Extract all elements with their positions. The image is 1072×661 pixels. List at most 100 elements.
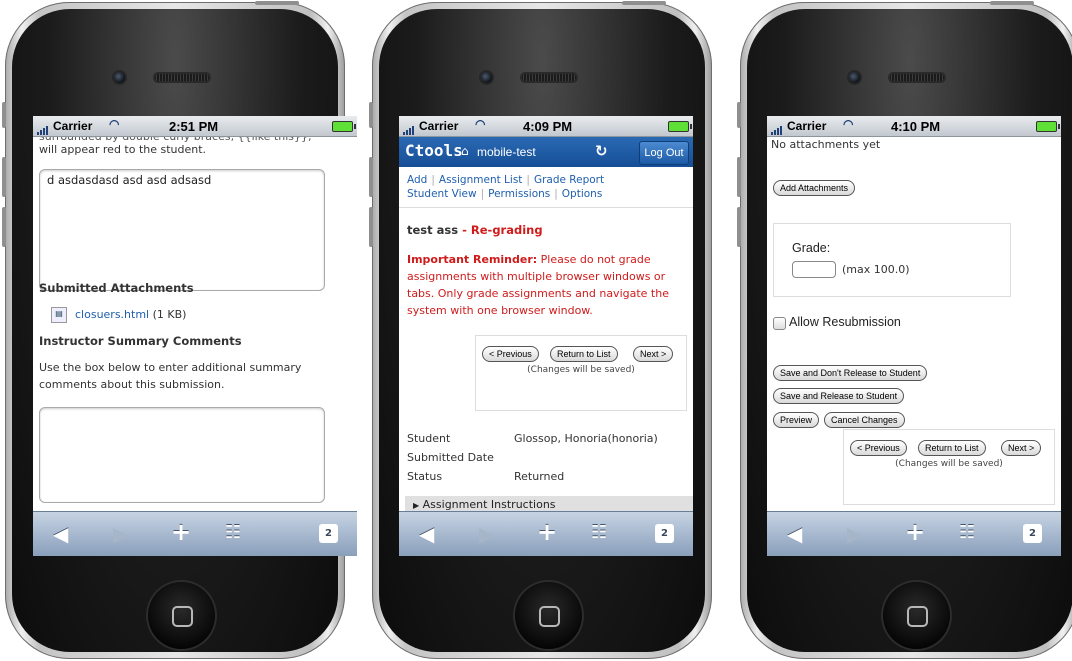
forward-arrow-icon[interactable]: ▶ xyxy=(479,522,494,546)
grade-box: Grade: (max 100.0) xyxy=(773,223,1011,297)
home-button[interactable] xyxy=(883,582,950,649)
student-value: Glossop, Honoria(honoria) xyxy=(514,432,658,445)
nav-add[interactable]: Add xyxy=(407,174,427,186)
page-content: surrounded by double curly braces, {{lik… xyxy=(33,137,357,512)
save-dont-release-button[interactable]: Save and Don't Release to Student xyxy=(773,365,928,381)
next-button[interactable]: Next > xyxy=(633,346,674,362)
clock: 4:10 PM xyxy=(891,119,941,134)
attachment-link[interactable]: closuers.html xyxy=(75,308,149,321)
changes-saved-note: (Changes will be saved) xyxy=(527,365,635,375)
camera-icon xyxy=(481,72,492,83)
screen-2: Carrier ◠ 4:09 PM Ctools ⌂ mobile-test ↻… xyxy=(399,116,693,556)
book-icon[interactable]: ☷ xyxy=(591,522,607,543)
allow-resubmission-label: Allow Resubmission xyxy=(789,315,901,329)
battery-icon xyxy=(668,121,692,132)
speaker-grille xyxy=(153,72,211,83)
camera-icon xyxy=(114,72,125,83)
grade-input[interactable] xyxy=(792,261,836,278)
pages-icon[interactable]: 2 xyxy=(655,524,674,543)
screen-1: Carrier ◠ 2:51 PM surrounded by double c… xyxy=(33,116,357,556)
refresh-icon[interactable]: ↻ xyxy=(595,142,608,160)
grade-label: Grade: xyxy=(792,241,831,255)
feedback-textarea-value: d asdasdasd asd asd adsasd xyxy=(47,173,212,187)
phone-frame-1: Carrier ◠ 2:51 PM surrounded by double c… xyxy=(2,1,357,659)
preview-button[interactable]: Preview xyxy=(773,412,820,428)
clock: 4:09 PM xyxy=(523,119,573,134)
site-name[interactable]: mobile-test xyxy=(477,145,536,159)
pages-icon[interactable]: 2 xyxy=(319,524,338,543)
home-square-icon xyxy=(539,606,560,627)
previous-button[interactable]: < Previous xyxy=(482,346,539,362)
ctools-logo[interactable]: Ctools xyxy=(405,141,463,160)
nav-student-view[interactable]: Student View xyxy=(407,188,477,200)
return-to-list-button[interactable]: Return to List xyxy=(918,440,986,456)
home-square-icon xyxy=(172,606,193,627)
book-icon[interactable]: ☷ xyxy=(225,522,241,543)
signal-icon xyxy=(37,121,49,135)
attachment-size: (1 KB) xyxy=(152,308,187,321)
nav-grade-report[interactable]: Grade Report xyxy=(534,174,604,186)
triangle-right-icon: ▶ xyxy=(413,501,420,510)
home-button[interactable] xyxy=(148,582,215,649)
carrier-label: Carrier xyxy=(53,119,93,133)
status-label: Status xyxy=(407,470,443,483)
battery-icon xyxy=(1036,121,1060,132)
ctools-header: Ctools ⌂ mobile-test ↻ Log Out xyxy=(399,137,693,167)
instructor-summary-heading: Instructor Summary Comments xyxy=(39,334,242,348)
home-button[interactable] xyxy=(515,582,582,649)
plus-icon[interactable]: + xyxy=(537,518,557,546)
add-attachments-button[interactable]: Add Attachments xyxy=(773,180,856,196)
safari-toolbar: ◀ ▶ + ☷ 2 xyxy=(767,511,1061,556)
phone-frame-2: Carrier ◠ 4:09 PM Ctools ⌂ mobile-test ↻… xyxy=(369,1,712,659)
signal-icon xyxy=(403,121,415,135)
pages-icon[interactable]: 2 xyxy=(1023,524,1042,543)
signal-icon xyxy=(771,121,783,135)
important-reminder: Important Reminder: Please do not grade … xyxy=(407,253,669,317)
safari-toolbar: ◀ ▶ + ☷ 2 xyxy=(399,511,693,556)
book-icon[interactable]: ☷ xyxy=(959,522,975,543)
return-to-list-button[interactable]: Return to List xyxy=(550,346,618,362)
back-arrow-icon[interactable]: ◀ xyxy=(787,522,802,546)
camera-icon xyxy=(849,72,860,83)
no-attachments-text: No attachments yet xyxy=(771,138,881,151)
nav-assignment-list[interactable]: Assignment List xyxy=(439,174,523,186)
navigation-box: < Previous Return to List Next > (Change… xyxy=(475,335,687,411)
forward-arrow-icon[interactable]: ▶ xyxy=(113,522,128,546)
grade-max: (max 100.0) xyxy=(842,263,910,276)
html-file-icon: ▤ xyxy=(51,307,67,323)
page-content: Ctools ⌂ mobile-test ↻ Log Out Add | Assig… xyxy=(399,137,693,512)
save-release-button[interactable]: Save and Release to Student xyxy=(773,388,905,404)
nav-options[interactable]: Options xyxy=(562,188,603,200)
page-content: No attachments yet Add Attachments Grade… xyxy=(767,137,1061,512)
next-button[interactable]: Next > xyxy=(1001,440,1042,456)
back-arrow-icon[interactable]: ◀ xyxy=(53,522,68,546)
plus-icon[interactable]: + xyxy=(905,518,925,546)
feedback-textarea[interactable]: d asdasdasd asd asd adsasd xyxy=(39,169,325,291)
nav-permissions[interactable]: Permissions xyxy=(488,188,550,200)
clock: 2:51 PM xyxy=(169,119,219,134)
wifi-icon: ◠ xyxy=(475,117,486,131)
status-bar: Carrier ◠ 4:10 PM xyxy=(767,116,1061,137)
wifi-icon: ◠ xyxy=(843,117,854,131)
student-label: Student xyxy=(407,432,451,445)
battery-icon xyxy=(332,121,356,132)
forward-arrow-icon[interactable]: ▶ xyxy=(847,522,862,546)
screen-3: Carrier ◠ 4:10 PM No attachments yet Add… xyxy=(767,116,1061,556)
logout-button[interactable]: Log Out xyxy=(639,141,689,165)
summary-comments-textarea[interactable] xyxy=(39,407,325,503)
previous-button[interactable]: < Previous xyxy=(850,440,907,456)
wifi-icon: ◠ xyxy=(109,117,120,131)
tool-nav: Add | Assignment List | Grade Report Student… xyxy=(407,174,605,200)
submitted-attachments-heading: Submitted Attachments xyxy=(39,281,194,295)
assignment-instructions-toggle[interactable]: ▶ Assignment Instructions xyxy=(405,496,693,512)
summary-help-text: Use the box below to enter additional su… xyxy=(39,361,302,391)
plus-icon[interactable]: + xyxy=(171,518,191,546)
speaker-grille xyxy=(888,72,946,83)
status-bar: Carrier ◠ 4:09 PM xyxy=(399,116,693,137)
appear-red-text: will appear red to the student. xyxy=(39,143,207,156)
home-square-icon xyxy=(907,606,928,627)
changes-saved-note: (Changes will be saved) xyxy=(895,459,1003,469)
allow-resubmission-checkbox[interactable] xyxy=(773,317,786,330)
back-arrow-icon[interactable]: ◀ xyxy=(419,522,434,546)
cancel-changes-button[interactable]: Cancel Changes xyxy=(824,412,905,428)
